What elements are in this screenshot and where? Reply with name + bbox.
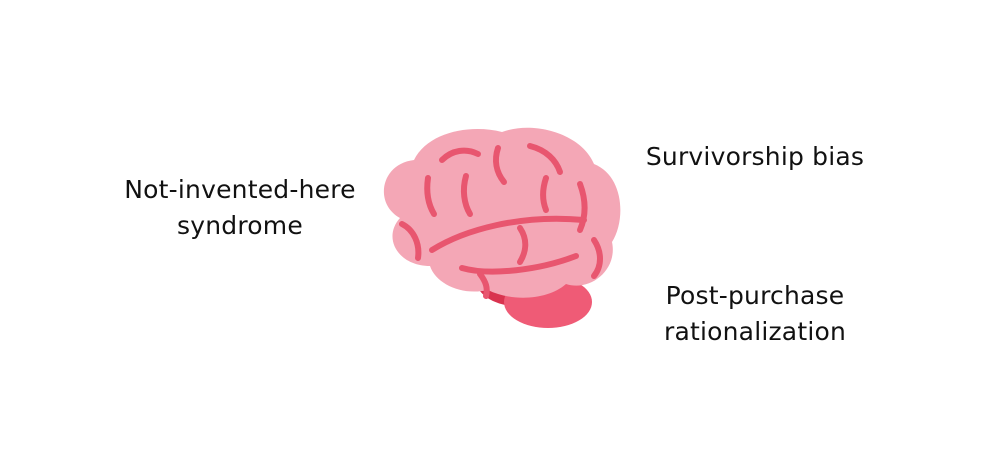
bias-label-post-purchase: Post-purchase rationalization [630, 278, 880, 350]
brain-fold [540, 175, 549, 213]
bias-label-line: syndrome [177, 211, 303, 240]
bias-label-line: Survivorship bias [645, 142, 865, 171]
bias-label-line: Post-purchase [665, 281, 845, 310]
bias-label-survivorship: Survivorship bias [630, 139, 880, 175]
brain-icon [383, 127, 621, 328]
bias-label-not-invented-here: Not-invented-here syndrome [110, 172, 370, 244]
bias-label-line: Not-invented-here [124, 175, 356, 204]
bias-label-line: rationalization [663, 317, 847, 346]
diagram-canvas: Not-invented-here syndrome Survivorship … [0, 0, 1000, 450]
